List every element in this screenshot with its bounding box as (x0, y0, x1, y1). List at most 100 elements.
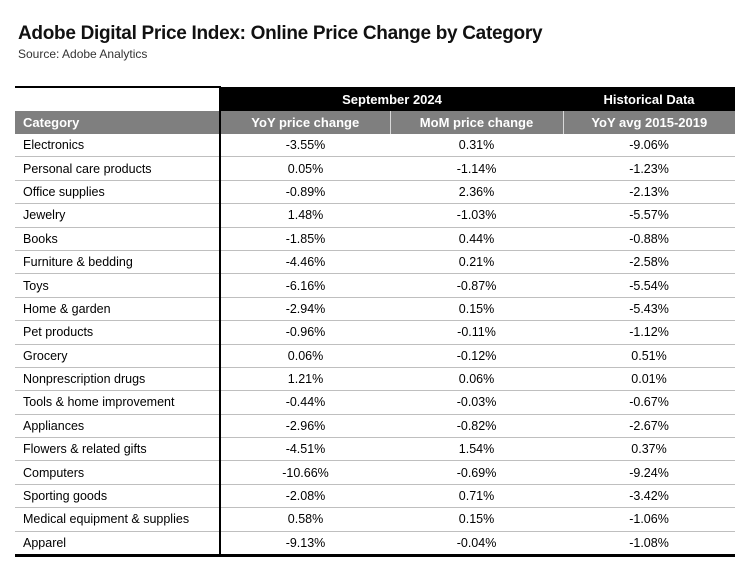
table-row: Medical equipment & supplies 0.58% 0.15% -1… (15, 507, 736, 532)
cell-mom: -0.82% (390, 414, 564, 439)
cell-yoy-avg: 0.37% (563, 437, 736, 462)
cell-yoy-avg: -2.67% (563, 414, 736, 439)
cell-category: Office supplies (15, 180, 221, 205)
cell-category: Home & garden (15, 297, 221, 322)
cell-yoy-avg: -1.12% (563, 320, 736, 345)
table-row: Flowers & related gifts -4.51% 1.54% 0.37% (15, 437, 736, 462)
cell-mom: 0.71% (390, 484, 564, 509)
cell-yoy-avg: -5.43% (563, 297, 736, 322)
source-note: Source: Adobe Analytics (18, 47, 148, 61)
cell-yoy: 0.58% (220, 507, 390, 532)
cell-yoy-avg: -0.88% (563, 227, 736, 251)
cell-yoy: -0.96% (220, 320, 390, 345)
cell-mom: -0.69% (390, 460, 564, 485)
table-row: Personal care products 0.05% -1.14% -1.23% (15, 156, 736, 181)
cell-yoy: 1.48% (220, 203, 390, 228)
cell-mom: -0.03% (390, 390, 564, 415)
cell-category: Appliances (15, 414, 221, 439)
table-row: Nonprescription drugs 1.21% 0.06% 0.01% (15, 367, 736, 392)
cell-category: Flowers & related gifts (15, 437, 221, 462)
column-header-category: Category (15, 111, 221, 134)
table-row: Home & garden -2.94% 0.15% -5.43% (15, 297, 736, 322)
cell-yoy: -2.96% (220, 414, 390, 439)
cell-mom: 0.31% (390, 134, 564, 158)
group-header-row: September 2024 Historical Data (15, 86, 736, 111)
cell-yoy: -10.66% (220, 460, 390, 485)
cell-category: Grocery (15, 344, 221, 368)
cell-category: Nonprescription drugs (15, 367, 221, 392)
cell-yoy-avg: -1.06% (563, 507, 736, 532)
cell-yoy: -3.55% (220, 134, 390, 158)
table-row: Apparel -9.13% -0.04% -1.08% (15, 531, 736, 558)
cell-category: Computers (15, 460, 221, 485)
cell-yoy: -4.51% (220, 437, 390, 462)
cell-yoy: 0.05% (220, 156, 390, 181)
cell-yoy-avg: -2.58% (563, 250, 736, 275)
column-header-yoy: YoY price change (219, 111, 390, 134)
table-row: Appliances -2.96% -0.82% -2.67% (15, 414, 736, 439)
group-header-blank (15, 86, 221, 111)
cell-yoy-avg: -9.24% (563, 460, 736, 485)
cell-yoy: -0.44% (220, 390, 390, 415)
table-row: Computers -10.66% -0.69% -9.24% (15, 460, 736, 485)
cell-mom: -0.04% (390, 531, 564, 558)
cell-yoy: 1.21% (220, 367, 390, 392)
cell-mom: -1.03% (390, 203, 564, 228)
group-header-september-2024: September 2024 (220, 87, 564, 111)
cell-mom: -0.12% (390, 344, 564, 368)
cell-mom: 0.15% (390, 297, 564, 322)
cell-yoy-avg: -0.67% (563, 390, 736, 415)
cell-yoy-avg: 0.51% (563, 344, 736, 368)
cell-category: Electronics (15, 134, 221, 158)
cell-yoy: -2.94% (220, 297, 390, 322)
cell-mom: 2.36% (390, 180, 564, 205)
cell-mom: -0.11% (390, 320, 564, 345)
cell-yoy-avg: -9.06% (563, 134, 736, 158)
cell-category: Furniture & bedding (15, 250, 221, 275)
table-row: Grocery 0.06% -0.12% 0.51% (15, 344, 736, 368)
table-row: Office supplies -0.89% 2.36% -2.13% (15, 180, 736, 205)
price-change-table: September 2024 Historical Data Category … (15, 86, 736, 558)
column-header-row: Category YoY price change MoM price chan… (15, 111, 736, 134)
cell-yoy-avg: 0.01% (563, 367, 736, 392)
table-row: Tools & home improvement -0.44% -0.03% -0.6… (15, 390, 736, 415)
cell-yoy: -1.85% (220, 227, 390, 251)
table-row: Furniture & bedding -4.46% 0.21% -2.58% (15, 250, 736, 275)
cell-category: Personal care products (15, 156, 221, 181)
column-header-yoy-avg: YoY avg 2015-2019 (562, 111, 736, 134)
cell-yoy: -0.89% (220, 180, 390, 205)
cell-yoy-avg: -3.42% (563, 484, 736, 509)
table-row: Books -1.85% 0.44% -0.88% (15, 227, 736, 251)
cell-mom: 0.21% (390, 250, 564, 275)
column-header-mom: MoM price change (389, 111, 564, 134)
cell-yoy: -4.46% (220, 250, 390, 275)
cell-yoy-avg: -2.13% (563, 180, 736, 205)
cell-yoy: -9.13% (220, 531, 390, 558)
cell-yoy-avg: -1.23% (563, 156, 736, 181)
table-row: Pet products -0.96% -0.11% -1.12% (15, 320, 736, 345)
cell-mom: -0.87% (390, 273, 564, 298)
cell-category: Apparel (15, 531, 221, 558)
cell-category: Pet products (15, 320, 221, 345)
cell-category: Jewelry (15, 203, 221, 228)
cell-yoy-avg: -5.57% (563, 203, 736, 228)
table-row: Jewelry 1.48% -1.03% -5.57% (15, 203, 736, 228)
cell-mom: 0.44% (390, 227, 564, 251)
cell-category: Books (15, 227, 221, 251)
cell-yoy: -6.16% (220, 273, 390, 298)
cell-category: Sporting goods (15, 484, 221, 509)
cell-yoy: -2.08% (220, 484, 390, 509)
cell-yoy-avg: -5.54% (563, 273, 736, 298)
cell-yoy-avg: -1.08% (563, 531, 736, 558)
cell-mom: -1.14% (390, 156, 564, 181)
group-header-historical-data: Historical Data (563, 87, 736, 111)
table-row: Electronics -3.55% 0.31% -9.06% (15, 134, 736, 158)
cell-mom: 0.15% (390, 507, 564, 532)
cell-mom: 0.06% (390, 367, 564, 392)
page-title: Adobe Digital Price Index: Online Price … (18, 23, 543, 44)
cell-mom: 1.54% (390, 437, 564, 462)
table-row: Toys -6.16% -0.87% -5.54% (15, 273, 736, 298)
cell-yoy: 0.06% (220, 344, 390, 368)
cell-category: Medical equipment & supplies (15, 507, 221, 532)
table-row: Sporting goods -2.08% 0.71% -3.42% (15, 484, 736, 509)
